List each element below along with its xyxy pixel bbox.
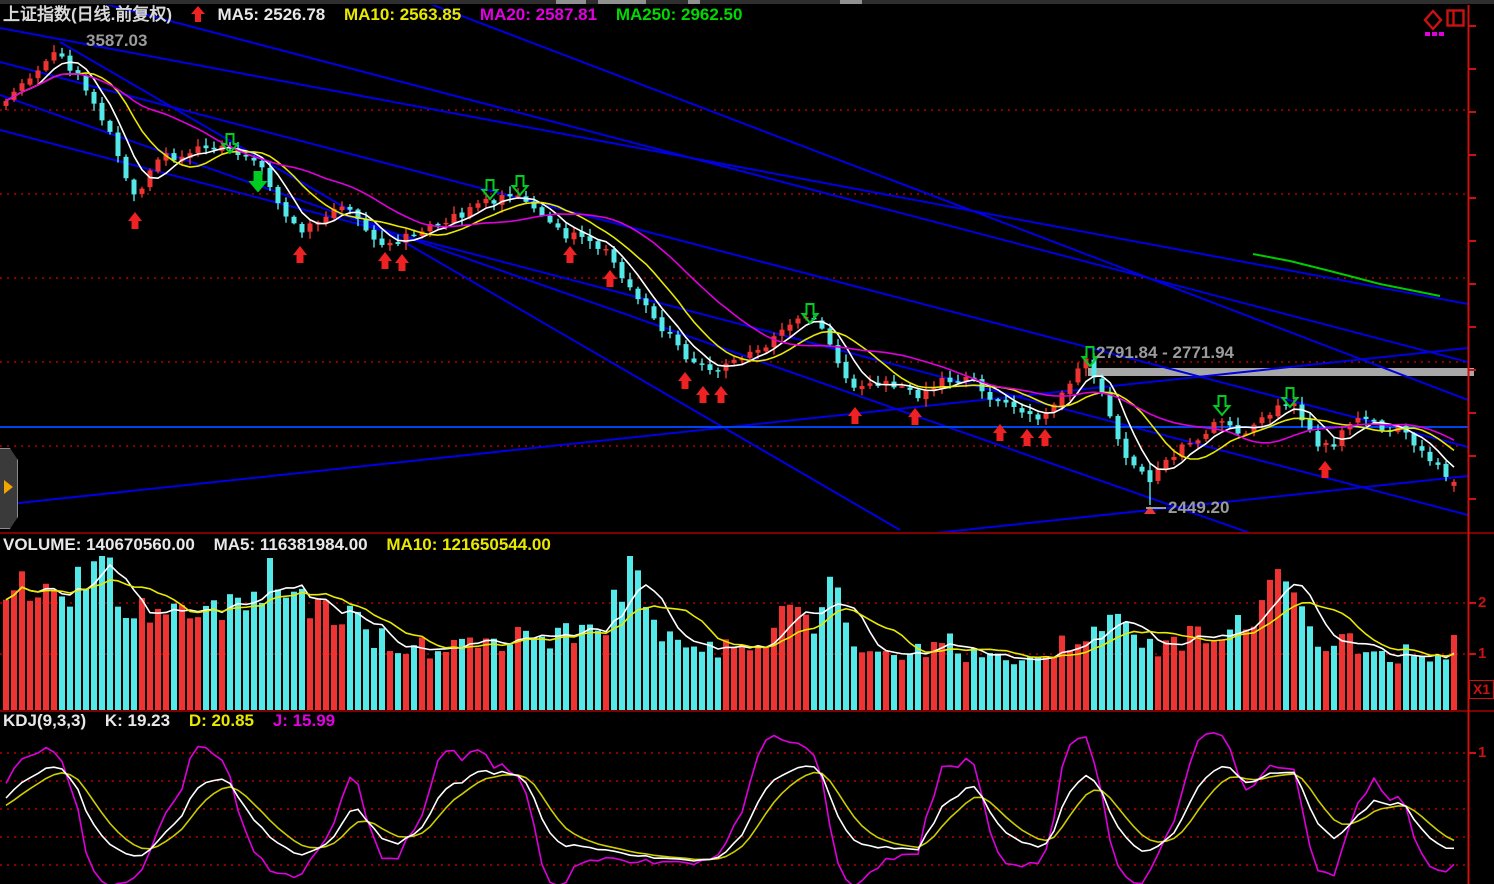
kdj-j-value: J: 15.99 (273, 711, 335, 730)
window-top-strip (0, 0, 1494, 4)
ma250-value: MA250: 2962.50 (616, 5, 743, 24)
sidebar-expand-tab[interactable] (0, 448, 18, 529)
trough-price-label: 2449.20 (1168, 498, 1229, 518)
range-price-label: 2791.84 - 2771.94 (1096, 343, 1234, 363)
stock-chart-canvas[interactable] (0, 0, 1494, 884)
top-strip-segment (688, 0, 700, 4)
volume-ma10-value: MA10: 121650544.00 (386, 535, 550, 554)
instrument-title: 上证指数(日线.前复权) (3, 5, 172, 24)
ma20-value: MA20: 2587.81 (480, 5, 597, 24)
split-window-icon[interactable] (1446, 9, 1466, 28)
kdj-axis-label: 1 (1478, 744, 1486, 761)
ma5-value: MA5: 2526.78 (218, 5, 326, 24)
main-chart-header: 上证指数(日线.前复权) MA5: 2526.78 MA10: 2563.85 … (3, 5, 756, 25)
volume-axis-label: 1 (1478, 645, 1486, 662)
kdj-name: KDJ(9,3,3) (3, 711, 86, 730)
volume-axis-label: 2 (1478, 594, 1486, 611)
volume-value: VOLUME: 140670560.00 (3, 535, 195, 554)
x-scale-indicator: X1 (1469, 680, 1494, 699)
diamond-tool-icon[interactable] (1422, 9, 1444, 37)
top-strip-segment (598, 0, 646, 4)
peak-price-label: 3587.03 (86, 31, 147, 51)
ma10-value: MA10: 2563.85 (344, 5, 461, 24)
volume-header: VOLUME: 140670560.00 MA5: 116381984.00 M… (3, 535, 565, 555)
top-strip-segment (840, 0, 862, 4)
kdj-k-value: K: 19.23 (105, 711, 170, 730)
volume-ma5-value: MA5: 116381984.00 (214, 535, 368, 554)
up-arrow-icon (191, 5, 210, 24)
top-strip-segment (556, 0, 586, 4)
kdj-header: KDJ(9,3,3) K: 19.23 D: 20.85 J: 15.99 (3, 711, 349, 731)
expand-arrow-icon (4, 480, 13, 494)
kdj-d-value: D: 20.85 (189, 711, 254, 730)
